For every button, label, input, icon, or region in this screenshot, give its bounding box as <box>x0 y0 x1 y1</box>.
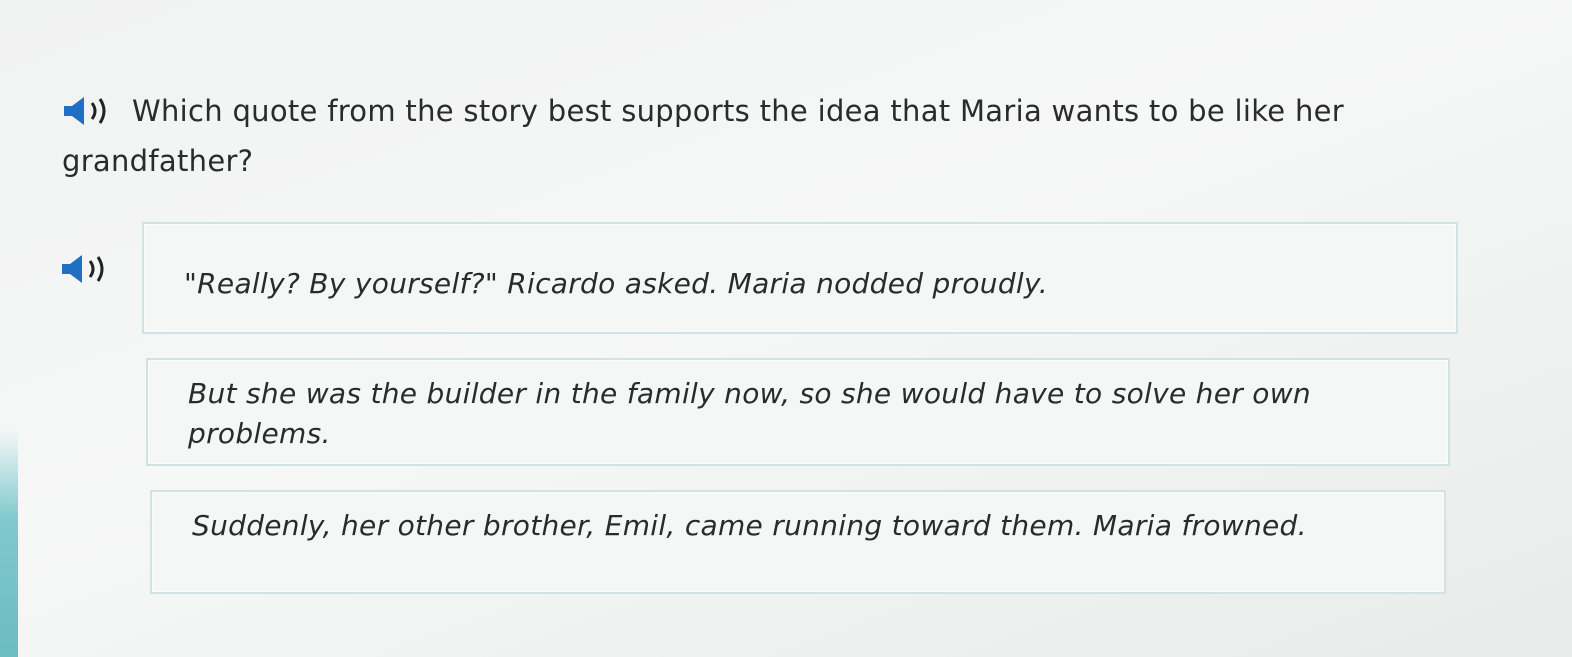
answer-option-text: But she was the builder in the family no… <box>188 377 1311 450</box>
speaker-icon[interactable] <box>62 94 120 128</box>
answer-option-3[interactable]: Suddenly, her other brother, Emil, came … <box>150 490 1446 594</box>
left-edge-accent <box>0 430 18 657</box>
answer-option-text: "Really? By yourself?" Ricardo asked. Ma… <box>184 267 1048 300</box>
question-text-line2: grandfather? <box>62 144 254 178</box>
answer-option-1[interactable]: "Really? By yourself?" Ricardo asked. Ma… <box>142 222 1458 334</box>
option-speaker-icon[interactable] <box>60 252 118 286</box>
answer-option-text: Suddenly, her other brother, Emil, came … <box>192 509 1307 542</box>
question-text-line1: Which quote from the story best supports… <box>132 94 1344 128</box>
answer-option-2[interactable]: But she was the builder in the family no… <box>146 358 1450 466</box>
